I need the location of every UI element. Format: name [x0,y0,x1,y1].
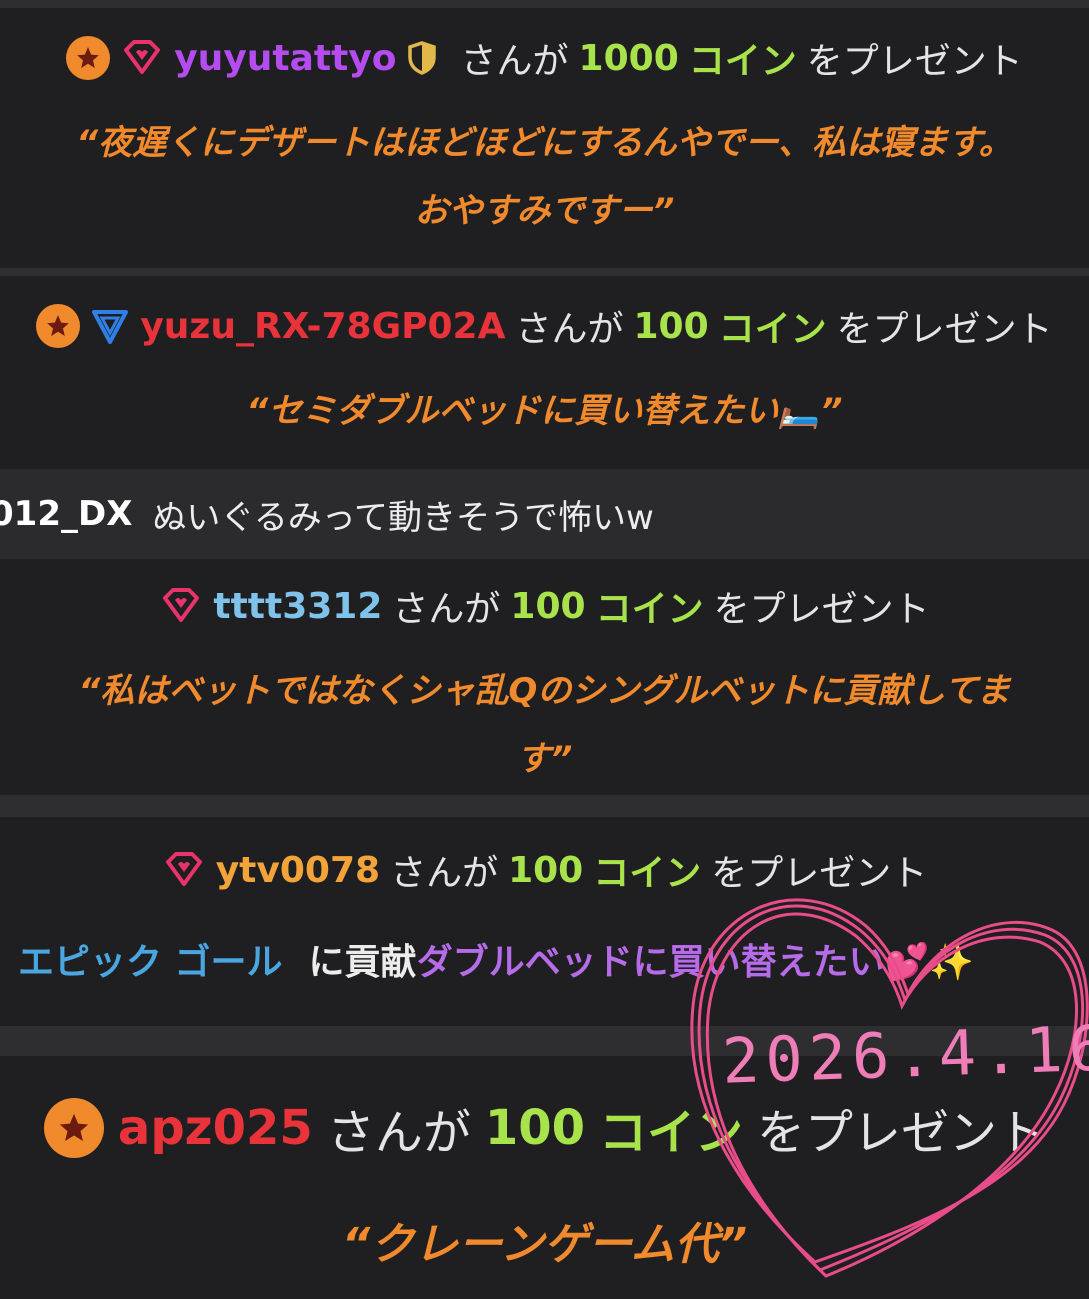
divider [0,795,1089,817]
gift-action: をプレゼント [806,41,1023,82]
gift-sanga: さんが [390,853,499,894]
star-badge-icon [66,36,111,80]
gift-amount: 100 [484,1100,586,1156]
shield-icon [407,41,437,75]
chat-message-row: 012_DX ぬいぐるみって動きそうで怖いw [0,469,1089,559]
gift-action: をプレゼント [713,589,930,630]
goal-contrib-text: に貢献 [308,942,417,983]
gift-unit: コイン [595,589,704,630]
gift-username[interactable]: tttt3312 [213,586,382,627]
gift-message: “夜遅くにデザートはほどほどにするんやでー、私は寝ます。 [0,112,1089,166]
gift-message-line: おやすみですー” [414,190,675,231]
gift-unit: コイン [688,41,797,82]
gift-sanga: さんが [515,309,624,350]
gift-header-5: apz025 さんが 100 コイン をプレゼント [0,1090,1089,1166]
gift-message-line: “セミダブルベッドに買い替えたい🛏️” [246,390,843,431]
divider [0,0,1089,8]
gift-message-line: す” [516,738,573,779]
gift-username[interactable]: ytv0078 [216,850,380,891]
gift-message: す” [0,728,1089,782]
gift-header-1: yuyutattyo さんが 1000 コイン をプレゼント [0,30,1089,86]
gift-action: をプレゼント [711,853,928,894]
gift-header-2: yuzu_RX-78GP02A さんが 100 コイン をプレゼント [0,298,1089,354]
star-badge-icon [43,1098,104,1158]
gift-username[interactable]: yuyutattyo [174,38,396,79]
goal-name: ダブルベッドに買い替えたい💕✨ [416,942,975,983]
gift-amount: 100 [633,305,709,347]
gift-message-line: “私はベットではなくシャ乱Qのシングルベットに貢献してま [78,670,1011,711]
gift-amount: 1000 [578,37,679,79]
triangle-badge-icon [90,306,130,346]
gift-sanga: さんが [392,589,501,630]
diamond-heart-icon [120,38,164,78]
chat-username[interactable]: 012_DX [0,494,132,534]
gift-action: をプレゼント [836,309,1053,350]
gift-amount: 100 [510,585,586,627]
diamond-heart-icon [159,586,203,626]
gift-message: “セミダブルベッドに買い替えたい🛏️” [0,380,1089,434]
gift-action: をプレゼント [757,1105,1046,1161]
divider [0,268,1089,276]
gift-sanga: さんが [326,1105,471,1161]
gift-header-4: ytv0078 さんが 100 コイン をプレゼント [0,842,1089,898]
chat-text: ぬいぐるみって動きそうで怖いw [152,497,654,538]
divider [0,1026,1089,1056]
diamond-heart-icon [162,850,206,890]
gift-message: “私はベットではなくシャ乱Qのシングルベットに貢献してま [0,660,1089,714]
gift-username[interactable]: apz025 [118,1100,313,1156]
star-badge-icon [36,304,81,348]
gift-unit: コイン [599,1105,744,1161]
goal-line: エピック ゴール に貢献 ダブルベッドに買い替えたい💕✨ [0,930,1089,988]
epic-goal-label: エピック ゴール [18,942,283,983]
gift-message-line: “夜遅くにデザートはほどほどにするんやでー、私は寝ます。 [76,122,1013,163]
gift-sanga: さんが [460,41,569,82]
gift-amount: 100 [508,849,584,891]
gift-unit: コイン [718,309,827,350]
gift-message: “クレーンゲーム代” [0,1208,1089,1272]
gift-unit: コイン [593,853,702,894]
gift-username[interactable]: yuzu_RX-78GP02A [140,306,505,347]
gift-message-line: “クレーンゲーム代” [341,1219,748,1270]
gift-message: おやすみですー” [0,180,1089,234]
gift-header-3: tttt3312 さんが 100 コイン をプレゼント [0,578,1089,634]
